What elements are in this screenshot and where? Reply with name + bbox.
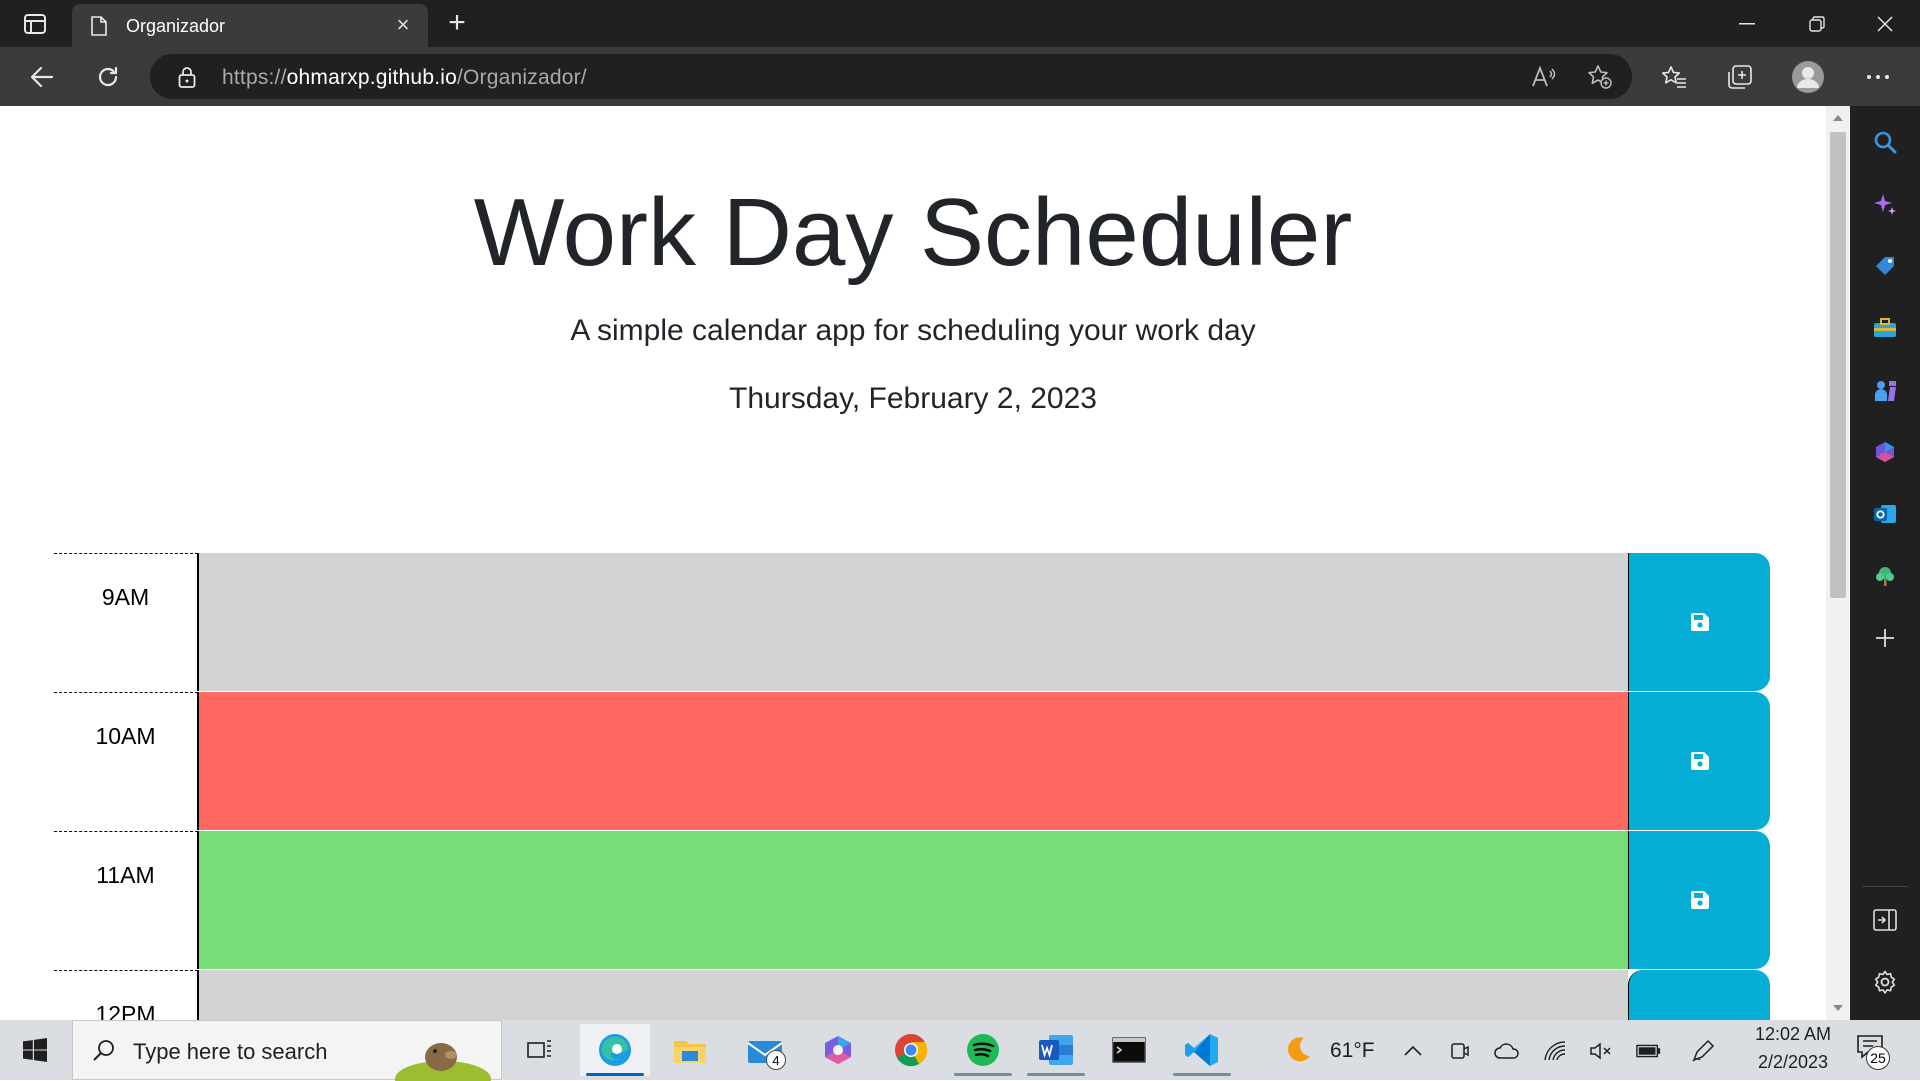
page-title: Work Day Scheduler <box>473 179 1353 286</box>
web-page: Work Day Scheduler A simple calendar app… <box>0 106 1826 1020</box>
close-tab-icon[interactable]: × <box>390 12 416 38</box>
terminal-icon[interactable] <box>1094 1024 1164 1076</box>
pen-icon[interactable] <box>1690 1038 1716 1064</box>
save-icon <box>1690 752 1709 770</box>
collections-icon[interactable] <box>1722 59 1758 95</box>
time-block-11am: 11AM <box>54 831 1770 969</box>
word-icon[interactable] <box>1021 1024 1091 1076</box>
time-block-10am: 10AM <box>54 692 1770 830</box>
restore-icon[interactable] <box>1782 0 1852 47</box>
taskbar-search[interactable]: Type here to search <box>72 1020 502 1081</box>
chevron-up-icon[interactable] <box>1400 1038 1426 1064</box>
hour-label: 9AM <box>54 553 198 691</box>
more-options-icon[interactable] <box>1860 59 1896 95</box>
search-highlight-image <box>393 1027 493 1081</box>
task-view-icon[interactable] <box>505 1024 575 1076</box>
file-explorer-icon[interactable] <box>655 1024 725 1076</box>
event-textarea[interactable] <box>198 553 1628 691</box>
add-favorite-icon[interactable] <box>1586 64 1614 90</box>
vscode-icon[interactable] <box>1167 1024 1237 1076</box>
event-textarea[interactable] <box>198 831 1628 969</box>
settings-icon[interactable] <box>1867 964 1903 1000</box>
page-subtitle: A simple calendar app for scheduling you… <box>570 314 1256 347</box>
back-icon[interactable] <box>24 59 60 95</box>
weather-icon[interactable] <box>1280 1034 1316 1066</box>
notification-center-icon[interactable]: 25 <box>1856 1034 1896 1070</box>
browser-toolbar: https://ohmarxp.github.io/Organizador/ <box>0 47 1920 106</box>
browser-title-bar: Organizador × + <box>0 0 1920 47</box>
profile-avatar[interactable] <box>1790 59 1826 95</box>
save-button[interactable] <box>1628 553 1770 691</box>
shopping-tag-icon[interactable] <box>1867 248 1903 284</box>
event-textarea[interactable] <box>198 970 1628 1020</box>
lock-icon[interactable] <box>176 65 198 89</box>
active-indicator <box>954 1073 1012 1076</box>
event-textarea[interactable] <box>198 692 1628 830</box>
hour-label: 10AM <box>54 692 198 830</box>
scroll-up-icon[interactable] <box>1826 110 1850 126</box>
url-text: https://ohmarxp.github.io/Organizador/ <box>222 66 587 89</box>
mail-badge: 4 <box>766 1050 786 1070</box>
notification-count: 25 <box>1866 1046 1890 1070</box>
microsoft-365-taskbar-icon[interactable] <box>803 1024 873 1076</box>
clock-time[interactable]: 12:02 AM <box>1748 1024 1838 1045</box>
hour-label: 12PM <box>54 970 198 1020</box>
minimize-icon[interactable] <box>1712 0 1782 47</box>
save-button[interactable] <box>1628 970 1770 1020</box>
tools-icon[interactable] <box>1867 310 1903 346</box>
start-button[interactable] <box>14 1032 56 1068</box>
tab-actions-icon[interactable] <box>20 10 50 38</box>
active-indicator <box>586 1073 644 1076</box>
microsoft-365-icon[interactable] <box>1867 434 1903 470</box>
search-icon <box>91 1037 117 1063</box>
time-block-9am: 9AM <box>54 553 1770 691</box>
time-block-12pm: 12PM <box>54 970 1770 1020</box>
meet-now-icon[interactable] <box>1446 1038 1472 1064</box>
address-bar[interactable]: https://ohmarxp.github.io/Organizador/ <box>150 54 1632 99</box>
new-tab-icon[interactable]: + <box>440 6 474 40</box>
windows-taskbar: Type here to search 4 61°F 12:02 AM 2/2/… <box>0 1020 1920 1081</box>
hide-sidebar-icon[interactable] <box>1867 902 1903 938</box>
sparkle-icon[interactable] <box>1867 186 1903 222</box>
page-icon <box>88 14 110 38</box>
page-scrollbar[interactable] <box>1826 106 1850 1020</box>
save-icon <box>1690 613 1709 631</box>
close-window-icon[interactable] <box>1850 0 1920 47</box>
sidebar-divider <box>1862 886 1908 887</box>
wifi-icon[interactable] <box>1542 1038 1568 1064</box>
outlook-icon[interactable] <box>1867 496 1903 532</box>
spotify-icon[interactable] <box>948 1024 1018 1076</box>
edge-taskbar-icon[interactable] <box>580 1024 650 1076</box>
windows-logo-icon <box>23 1038 47 1062</box>
save-button[interactable] <box>1628 692 1770 830</box>
save-button[interactable] <box>1628 831 1770 969</box>
mail-icon[interactable]: 4 <box>730 1024 800 1076</box>
tab-title: Organizador <box>126 16 226 36</box>
read-aloud-icon[interactable] <box>1530 64 1558 90</box>
search-placeholder: Type here to search <box>133 1039 328 1064</box>
battery-icon[interactable] <box>1636 1038 1662 1064</box>
current-day: Thursday, February 2, 2023 <box>729 382 1097 415</box>
active-indicator <box>1173 1073 1231 1076</box>
refresh-icon[interactable] <box>90 59 126 95</box>
volume-muted-icon[interactable] <box>1588 1038 1614 1064</box>
tree-icon[interactable] <box>1867 558 1903 594</box>
chrome-icon[interactable] <box>876 1024 946 1076</box>
browser-sidebar <box>1850 106 1920 1020</box>
onedrive-icon[interactable] <box>1494 1038 1520 1064</box>
save-icon <box>1690 891 1709 909</box>
clock-date[interactable]: 2/2/2023 <box>1748 1052 1838 1073</box>
games-icon[interactable] <box>1867 372 1903 408</box>
hour-label: 11AM <box>54 831 198 969</box>
scroll-down-icon[interactable] <box>1826 1000 1850 1016</box>
search-icon[interactable] <box>1867 124 1903 160</box>
weather-temperature[interactable]: 61°F <box>1330 1039 1375 1063</box>
active-indicator <box>1027 1073 1085 1076</box>
browser-tab[interactable]: Organizador × <box>72 4 428 47</box>
add-icon[interactable] <box>1867 620 1903 656</box>
favorites-icon[interactable] <box>1656 59 1692 95</box>
scroll-thumb[interactable] <box>1830 132 1846 598</box>
